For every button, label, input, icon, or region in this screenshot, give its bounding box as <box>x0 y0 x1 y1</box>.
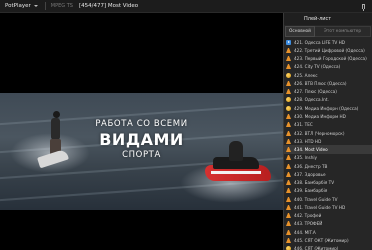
playlist-item[interactable]: 445. СЯТ ОКТ (Житомир) <box>284 236 372 244</box>
playlist-panel: Плей-лист Основной Этот компьютер 421. О… <box>283 13 372 250</box>
playlist-item[interactable]: 446. СЯТ (Житомир) <box>284 245 372 250</box>
globe-icon <box>286 97 291 103</box>
playlist-item[interactable]: 421. Одесса LIFE TV HD <box>284 38 372 46</box>
traffic-cone-icon <box>286 229 291 235</box>
playlist-item[interactable]: 441. Travel Guide TV HD <box>284 203 372 211</box>
title-bar: PotPlayer MPEG TS [454/477] Most Video <box>0 0 372 13</box>
playlist-item-label: 426. ВТВ Плюс (Одесса) <box>294 80 347 86</box>
globe-icon <box>286 72 291 78</box>
playlist-item[interactable]: 436. Днестр ТВ <box>284 162 372 170</box>
playlist-item-label: 431. ТЕС <box>294 122 313 128</box>
playlist-item[interactable]: 444. MIT.A <box>284 228 372 236</box>
playlist-item-label: 441. Travel Guide TV HD <box>294 204 346 210</box>
playlist-item-label: 443. ТРОФЕЙ <box>294 221 323 227</box>
playlist-item-label: 424. City TV (Одесса) <box>294 64 341 70</box>
playlist-item-label: 427. Плюс (Одесса) <box>294 89 337 95</box>
playlist-item[interactable]: 433. HTD HD <box>284 137 372 145</box>
traffic-cone-icon <box>286 122 291 128</box>
playlist-item-label: 439. Бамбарбія <box>294 188 328 194</box>
playlist-item-label: 423. Первый Городской (Одесса) <box>294 56 367 62</box>
playlist-item[interactable]: 429. Медиа Инфорн (Одесса) <box>284 104 372 112</box>
playlist-item[interactable]: 439. Бамбарбія <box>284 187 372 195</box>
playlist-item-label: 432. ВТЛ (Черноморск) <box>294 130 345 136</box>
playlist-item-label: 433. HTD HD <box>294 138 322 144</box>
playlist-item[interactable]: 423. Первый Городской (Одесса) <box>284 55 372 63</box>
video-overlay-text: РАБОТА СО ВСЕМИ ВИДАМИ СПОРТА <box>0 119 283 160</box>
overlay-line-3: СПОРТА <box>122 150 161 160</box>
traffic-cone-icon <box>286 171 291 177</box>
playlist-item-label: 445. СЯТ ОКТ (Житомир) <box>294 238 349 243</box>
traffic-cone-icon <box>286 147 291 153</box>
overlay-line-1: РАБОТА СО ВСЕМИ <box>95 119 188 129</box>
playlist-item[interactable]: 438. Бамбарбія TV <box>284 179 372 187</box>
playlist-item-label: 444. MIT.A <box>294 229 316 235</box>
traffic-cone-icon <box>286 163 291 169</box>
traffic-cone-icon <box>286 238 291 243</box>
overlay-line-2: ВИДАМИ <box>99 130 184 149</box>
playlist-item[interactable]: 437. Здоровье <box>284 170 372 178</box>
video-area[interactable]: РАБОТА СО ВСЕМИ ВИДАМИ СПОРТА <box>0 13 283 250</box>
tab-this-computer[interactable]: Этот компьютер <box>315 26 371 37</box>
playlist-item-label: 430. Медиа Информ HD <box>294 114 346 120</box>
tab-main[interactable]: Основной <box>285 26 315 37</box>
traffic-cone-icon <box>286 204 291 210</box>
app-name: PotPlayer <box>5 3 31 9</box>
playlist-item-label: 442. Трофей <box>294 213 322 219</box>
playlist-item-label: 428. Одесса.Int. <box>294 97 329 103</box>
traffic-cone-icon <box>286 64 291 70</box>
playlist-item-label: 421. Одесса LIFE TV HD <box>294 39 346 45</box>
playlist-item[interactable]: 422. Третий Цифровой (Одесса) <box>284 46 372 54</box>
now-playing-title: [454/477] Most Video <box>78 3 139 9</box>
playlist-item[interactable]: 435. Inshiy <box>284 154 372 162</box>
playlist-item-label: 437. Здоровье <box>294 171 326 177</box>
playlist-tabs: Основной Этот компьютер <box>285 26 371 37</box>
traffic-cone-icon <box>286 56 291 62</box>
chevron-down-icon <box>33 5 38 7</box>
traffic-cone-icon <box>286 155 291 161</box>
playlist-item[interactable]: 426. ВТВ Плюс (Одесса) <box>284 79 372 87</box>
playlist-item[interactable]: 425. Алекс <box>284 71 372 79</box>
traffic-cone-icon <box>286 221 291 227</box>
traffic-cone-icon <box>286 130 291 136</box>
playlist-item-label: 434. Most Video <box>294 147 328 153</box>
playlist-item-label: 425. Алекс <box>294 72 318 78</box>
app-menu-button[interactable]: PotPlayer <box>0 0 42 13</box>
traffic-cone-icon <box>286 47 291 53</box>
playlist-item[interactable]: 431. ТЕС <box>284 121 372 129</box>
globe-icon <box>286 105 291 111</box>
playlist-item[interactable]: 442. Трофей <box>284 212 372 220</box>
playlist-list: 421. Одесса LIFE TV HD 422. Третий Цифров… <box>284 38 372 250</box>
traffic-cone-icon <box>286 188 291 194</box>
pin-icon <box>362 4 365 11</box>
playlist-item[interactable]: 440. Travel Guide TV <box>284 195 372 203</box>
playlist-item-label: 438. Бамбарбія TV <box>294 180 335 186</box>
traffic-cone-icon <box>286 196 291 202</box>
playlist-item-label: 446. СЯТ (Житомир) <box>294 246 339 250</box>
codec-label: MPEG TS <box>50 3 73 9</box>
pin-button[interactable] <box>359 2 368 11</box>
playlist-item-label: 429. Медиа Инфорн (Одесса) <box>294 105 359 111</box>
traffic-cone-icon <box>286 89 291 95</box>
playlist-item[interactable]: 428. Одесса.Int. <box>284 96 372 104</box>
video-frame: РАБОТА СО ВСЕМИ ВИДАМИ СПОРТА <box>0 93 283 210</box>
playlist-item[interactable]: 443. ТРОФЕЙ <box>284 220 372 228</box>
playlist-item[interactable]: 432. ВТЛ (Черноморск) <box>284 129 372 137</box>
traffic-cone-icon <box>286 138 291 144</box>
play-icon <box>286 39 291 45</box>
playlist-item-label: 436. Днестр ТВ <box>294 163 328 169</box>
playlist-item-label: 435. Inshiy <box>294 155 318 161</box>
playlist-item[interactable]: 427. Плюс (Одесса) <box>284 88 372 96</box>
divider <box>44 2 46 10</box>
playlist-item[interactable]: 424. City TV (Одесса) <box>284 63 372 71</box>
playlist-item-label: 440. Travel Guide TV <box>294 196 338 202</box>
traffic-cone-icon <box>286 114 291 120</box>
playlist-item[interactable]: 434. Most Video <box>284 145 372 154</box>
traffic-cone-icon <box>286 213 291 219</box>
globe-icon <box>286 246 291 250</box>
playlist-item[interactable]: 430. Медиа Информ HD <box>284 112 372 120</box>
playlist-item-label: 422. Третий Цифровой (Одесса) <box>294 47 365 53</box>
playlist-title: Плей-лист <box>284 13 372 25</box>
traffic-cone-icon <box>286 80 291 86</box>
traffic-cone-icon <box>286 180 291 186</box>
